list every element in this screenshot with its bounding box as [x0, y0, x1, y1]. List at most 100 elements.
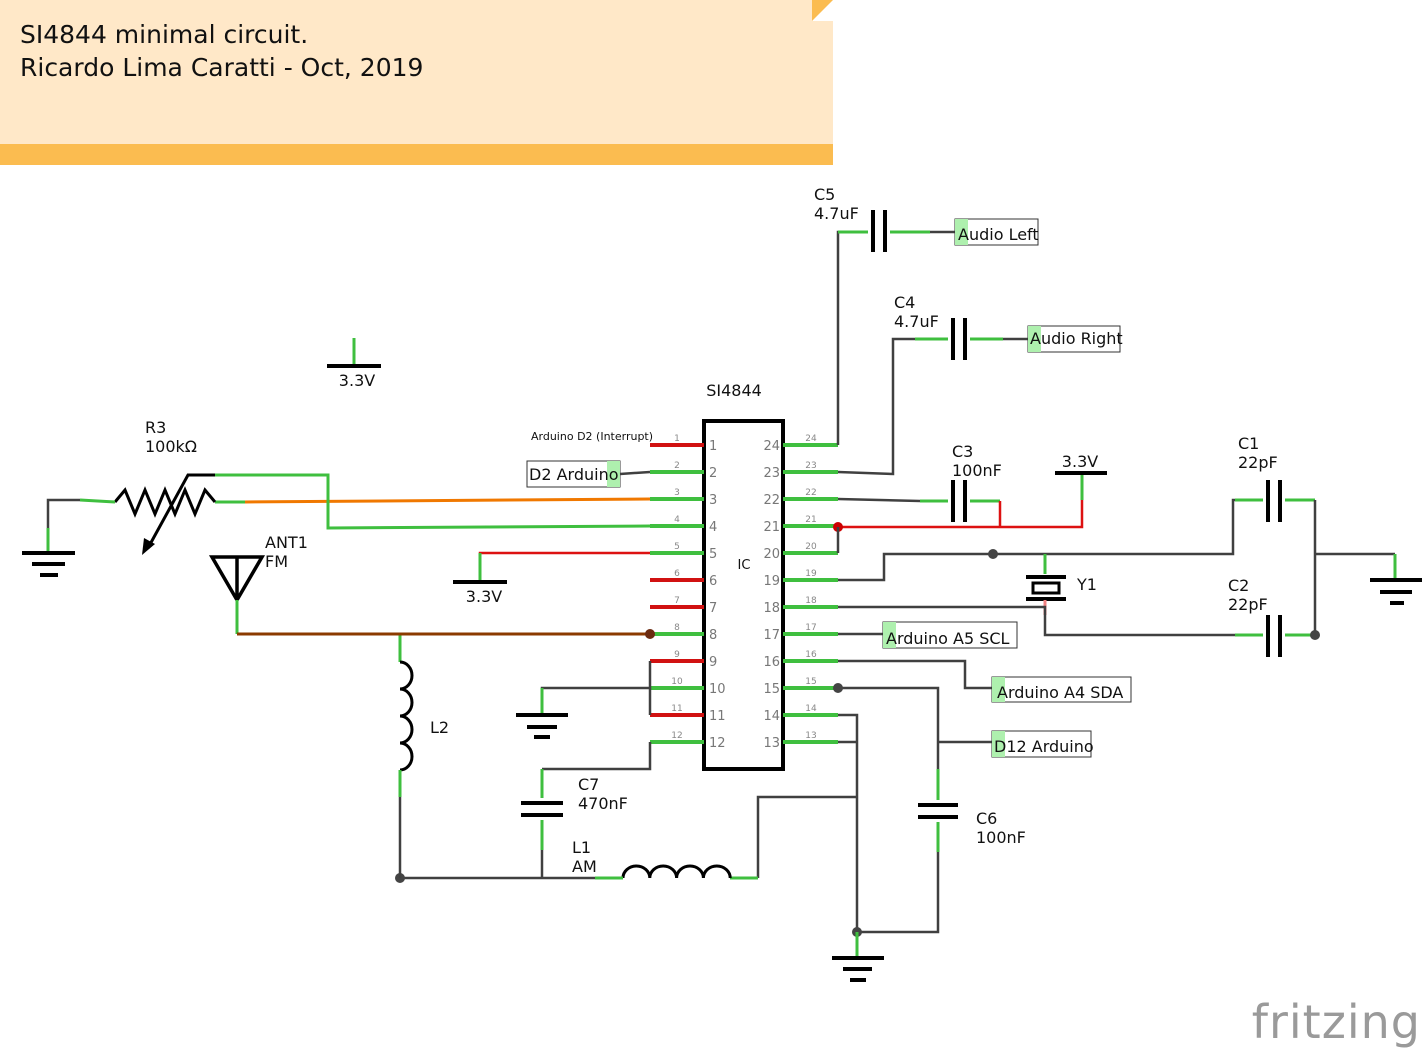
pin-number-small: 4: [674, 515, 680, 525]
c4-value: 4.7uF: [894, 312, 939, 331]
pin-number-small: 9: [674, 650, 680, 660]
pin-number: 7: [709, 601, 717, 616]
pin-number-small: 2: [674, 461, 680, 471]
wire-c3[interactable]: [837, 497, 921, 503]
pin-number-small: 17: [805, 623, 816, 633]
wire-c6-gnd[interactable]: [857, 852, 940, 934]
pin-number: 16: [763, 655, 780, 670]
pin-number: 8: [709, 628, 717, 643]
wire-a4[interactable]: [838, 659, 992, 690]
wire-3[interactable]: [244, 497, 651, 504]
c1-value: 22pF: [1238, 453, 1278, 472]
c3-value: 100nF: [952, 461, 1002, 480]
schematic-canvas: SI4844 IC 1 12 23 34 45 56 67 78 89 910 1011 1112 12…: [22, 185, 1422, 982]
r3-name: R3: [145, 418, 166, 437]
y1-crystal-icon: [1031, 581, 1061, 595]
ground-icon: [1370, 578, 1422, 605]
pin-number-small: 20: [805, 542, 817, 552]
wire-10-gnd[interactable]: [540, 686, 650, 695]
pin-number: 2: [709, 466, 717, 481]
pin-number: 22: [763, 493, 780, 508]
pin-number-small: 11: [671, 704, 682, 714]
pin-number-small: 3: [674, 488, 680, 498]
c7-name: C7: [578, 775, 599, 794]
pin-number-small: 12: [671, 731, 682, 741]
pin-number: 14: [763, 709, 780, 724]
c5-name: C5: [814, 185, 835, 204]
c2-name: C2: [1228, 576, 1249, 595]
interrupt-note: Arduino D2 (Interrupt): [531, 430, 653, 443]
pin-number: 10: [709, 682, 726, 697]
pin-number: 24: [763, 439, 780, 454]
pin-number-small: 19: [805, 569, 817, 579]
c6-value: 100nF: [976, 828, 1026, 847]
pin-number-small: 16: [805, 650, 817, 660]
pin-number: 17: [763, 628, 780, 643]
pin-number: 5: [709, 547, 717, 562]
pin-number-small: 15: [805, 677, 816, 687]
pin-number: 13: [763, 736, 780, 751]
pin-number: 11: [709, 709, 726, 724]
wire-14-gnd[interactable]: [838, 713, 859, 932]
wire-xtal1[interactable]: [838, 498, 1240, 582]
pin-number-small: 7: [674, 596, 680, 606]
r3-resistor-icon: [113, 486, 217, 518]
wire-l1-gnd[interactable]: [756, 795, 857, 878]
junction: [833, 683, 843, 693]
c3-name: C3: [952, 442, 973, 461]
pin-number-small: 18: [805, 596, 817, 606]
c5-value: 4.7uF: [814, 204, 859, 223]
r3-value: 100kΩ: [145, 437, 197, 456]
ic-label: IC: [738, 558, 751, 573]
junction: [645, 629, 655, 639]
a5-label: Arduino A5 SCL: [886, 629, 1010, 648]
d2-label: D2 Arduino: [529, 465, 619, 484]
c4-name: C4: [894, 293, 915, 312]
pin-number: 23: [763, 466, 780, 481]
fritzing-logo: fritzing: [1251, 995, 1421, 1049]
wire-12[interactable]: [542, 742, 652, 771]
wire-15[interactable]: [838, 686, 940, 769]
pin-number-small: 6: [674, 569, 680, 579]
l1-value: AM: [572, 857, 597, 876]
ant1-value: FM: [265, 552, 288, 571]
wire-5-vcc[interactable]: [478, 551, 650, 560]
l2-name: L2: [430, 718, 449, 737]
pin-number: 3: [709, 493, 717, 508]
ant1-name: ANT1: [265, 533, 308, 552]
wire-r3-gnd[interactable]: [46, 498, 80, 528]
pin-number: 12: [709, 736, 726, 751]
pin-number-small: 1: [674, 434, 680, 444]
pin-number-small: 14: [805, 704, 817, 714]
ground-icon: [516, 713, 568, 739]
pin-number: 19: [763, 574, 780, 589]
a4-label: Arduino A4 SDA: [997, 683, 1123, 702]
ic-si4844[interactable]: SI4844 IC 1 12 23 34 45 56 67 78 89 910 1011 1112 12…: [650, 381, 838, 771]
y1-name: Y1: [1076, 575, 1097, 594]
wire-d2[interactable]: [619, 470, 651, 476]
pin-number-small: 21: [805, 515, 816, 525]
wire-c5[interactable]: [836, 230, 850, 445]
vcc-label: 3.3V: [339, 371, 375, 390]
ground-icon: [832, 956, 884, 982]
l1-inductor-icon: [621, 864, 732, 879]
ground-icon: [22, 551, 75, 577]
l2-inductor-icon: [399, 660, 414, 772]
pin-number: 18: [763, 601, 780, 616]
antenna-icon: [208, 555, 266, 604]
pin-number-small: 13: [805, 731, 816, 741]
vcc-label: 3.3V: [466, 587, 502, 606]
junction: [988, 549, 998, 559]
pin-number: 6: [709, 574, 717, 589]
pin-number: 4: [709, 520, 717, 535]
pin-number: 20: [763, 547, 780, 562]
audio-left-label: Audio Left: [958, 225, 1039, 244]
d12-label: D12 Arduino: [994, 737, 1094, 756]
wire-vcc-21[interactable]: [838, 500, 1084, 529]
c7-value: 470nF: [578, 794, 628, 813]
ic-title: SI4844: [706, 381, 762, 400]
vcc-label: 3.3V: [1062, 452, 1098, 471]
wire-c4[interactable]: [837, 337, 920, 476]
l1-name: L1: [572, 838, 591, 857]
pin-number-small: 24: [805, 434, 817, 444]
